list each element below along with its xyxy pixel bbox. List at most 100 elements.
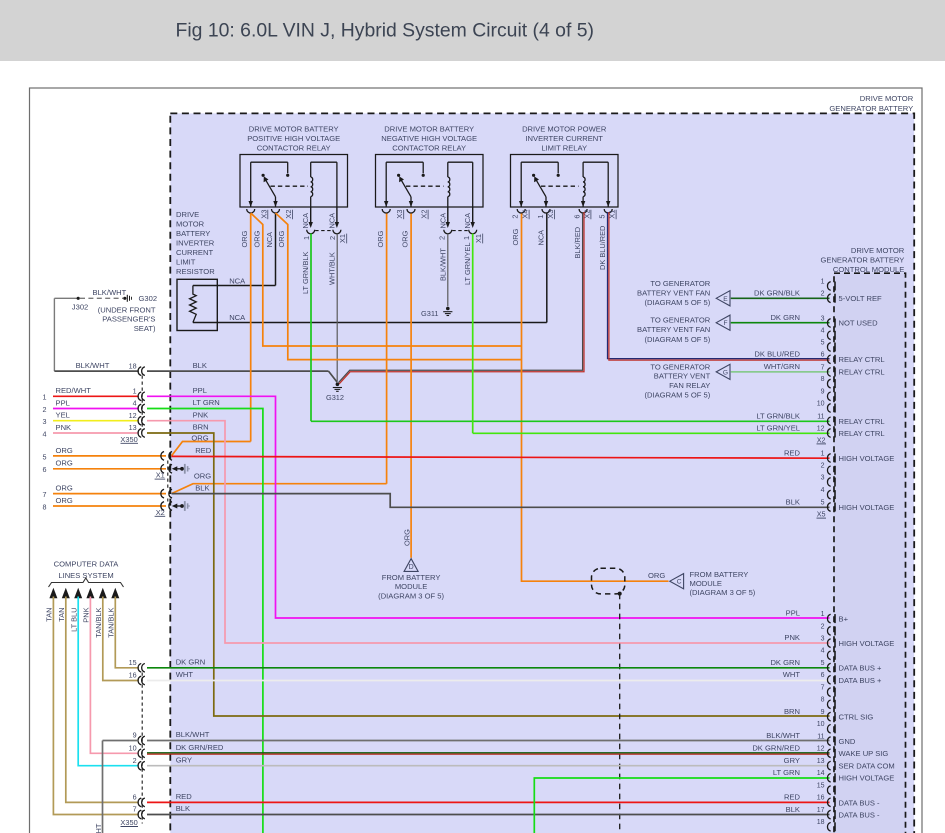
svg-text:BLK: BLK (786, 805, 800, 814)
svg-text:16: 16 (817, 795, 825, 802)
svg-text:TAN/BLK: TAN/BLK (107, 607, 116, 637)
svg-text:DRIVE MOTOR BATTERY: DRIVE MOTOR BATTERY (249, 124, 339, 133)
svg-text:NCA: NCA (229, 277, 246, 286)
svg-text:ORG: ORG (648, 571, 665, 580)
svg-text:SEAT): SEAT) (134, 324, 156, 333)
svg-text:5: 5 (821, 499, 825, 506)
svg-text:NCA: NCA (229, 313, 246, 322)
svg-text:5-VOLT REF: 5-VOLT REF (839, 294, 883, 303)
svg-text:ORG: ORG (400, 230, 409, 247)
svg-text:B+: B+ (839, 614, 849, 623)
svg-text:TO GENERATOR: TO GENERATOR (650, 316, 710, 325)
svg-text:12: 12 (129, 411, 137, 420)
svg-text:DRIVE MOTOR POWER: DRIVE MOTOR POWER (522, 124, 607, 133)
svg-text:3: 3 (43, 417, 47, 426)
svg-text:1: 1 (43, 393, 47, 402)
svg-text:PPL: PPL (786, 608, 800, 617)
svg-text:RED: RED (784, 449, 801, 458)
svg-text:13: 13 (817, 758, 825, 765)
svg-text:DRIVE: DRIVE (176, 210, 199, 219)
svg-text:8: 8 (43, 502, 47, 511)
svg-text:X350: X350 (120, 435, 137, 444)
svg-text:2: 2 (511, 214, 520, 218)
svg-text:X2: X2 (284, 210, 293, 219)
svg-text:12: 12 (817, 425, 825, 432)
svg-text:GENERATOR BATTERY: GENERATOR BATTERY (829, 104, 913, 113)
svg-text:DK GRN: DK GRN (770, 658, 800, 667)
svg-text:DK BLU/RED: DK BLU/RED (598, 226, 607, 270)
svg-text:TAN/BLK: TAN/BLK (94, 607, 103, 637)
svg-text:2: 2 (328, 236, 337, 240)
svg-text:NCA: NCA (536, 230, 545, 246)
svg-text:ORG: ORG (56, 496, 73, 505)
svg-text:G: G (723, 369, 728, 376)
svg-text:10: 10 (129, 744, 137, 753)
svg-text:LT BLU: LT BLU (69, 608, 78, 632)
svg-text:DRIVE MOTOR BATTERY: DRIVE MOTOR BATTERY (384, 124, 474, 133)
svg-text:G311: G311 (421, 309, 439, 318)
svg-text:HIGH VOLTAGE: HIGH VOLTAGE (839, 503, 895, 512)
svg-text:ORG: ORG (511, 228, 520, 245)
svg-text:ORG: ORG (56, 459, 73, 468)
svg-text:LT GRN/YEL: LT GRN/YEL (463, 243, 472, 285)
svg-text:X1: X1 (474, 234, 483, 243)
svg-text:ORG: ORG (56, 484, 73, 493)
svg-text:X350: X350 (120, 818, 137, 827)
svg-text:6: 6 (821, 672, 825, 679)
svg-text:WAKE UP SIG: WAKE UP SIG (839, 749, 889, 758)
svg-text:LT GRN: LT GRN (773, 768, 800, 777)
svg-text:HIGH VOLTAGE: HIGH VOLTAGE (839, 774, 895, 783)
svg-text:NCA: NCA (438, 213, 447, 229)
svg-text:G302: G302 (139, 294, 158, 303)
svg-text:BLK/WHT: BLK/WHT (76, 361, 110, 370)
svg-text:BLK: BLK (193, 361, 207, 370)
svg-text:3: 3 (821, 636, 825, 643)
svg-text:6: 6 (133, 793, 137, 802)
svg-text:BATTERY: BATTERY (176, 229, 210, 238)
svg-text:WHT/BLK: WHT/BLK (327, 252, 336, 285)
svg-text:4: 4 (821, 328, 825, 335)
svg-text:5: 5 (43, 452, 47, 461)
svg-text:INVERTER CURRENT: INVERTER CURRENT (525, 134, 603, 143)
svg-text:4: 4 (133, 399, 137, 408)
svg-text:RELAY CTRL: RELAY CTRL (839, 355, 885, 364)
svg-text:PNK: PNK (82, 607, 91, 622)
svg-text:7: 7 (821, 685, 825, 692)
svg-text:PNK: PNK (56, 423, 72, 432)
svg-text:WHT: WHT (176, 670, 194, 679)
svg-text:DATA BUS +: DATA BUS + (839, 664, 883, 673)
svg-text:8: 8 (821, 376, 825, 383)
svg-text:DK GRN/RED: DK GRN/RED (176, 743, 224, 752)
svg-text:PNK: PNK (784, 633, 800, 642)
svg-text:BLK: BLK (786, 498, 800, 507)
svg-text:X1: X1 (338, 234, 347, 243)
svg-text:DK GRN/RED: DK GRN/RED (752, 743, 800, 752)
svg-text:BLK: BLK (176, 804, 190, 813)
svg-text:TAN: TAN (45, 608, 54, 622)
svg-text:ORG: ORG (252, 230, 261, 247)
svg-text:15: 15 (817, 783, 825, 790)
svg-text:NOT USED: NOT USED (839, 318, 879, 327)
svg-text:1: 1 (821, 611, 825, 618)
svg-text:DATA BUS -: DATA BUS - (839, 811, 881, 820)
svg-text:TO GENERATOR: TO GENERATOR (650, 279, 710, 288)
svg-text:(UNDER FRONT: (UNDER FRONT (98, 305, 156, 314)
svg-text:DRIVE MOTOR: DRIVE MOTOR (860, 94, 914, 103)
svg-text:Fig 10: 6.0L VIN J, Hybrid Sys: Fig 10: 6.0L VIN J, Hybrid System Circui… (176, 20, 594, 42)
svg-text:NCA: NCA (463, 213, 472, 229)
svg-text:(DIAGRAM 3 OF 5): (DIAGRAM 3 OF 5) (690, 588, 756, 597)
svg-text:ORG: ORG (240, 230, 249, 247)
svg-text:8: 8 (821, 697, 825, 704)
svg-text:TO GENERATOR: TO GENERATOR (650, 362, 710, 371)
svg-text:DATA BUS -: DATA BUS - (839, 798, 881, 807)
svg-text:GENERATOR BATTERY: GENERATOR BATTERY (820, 255, 904, 264)
svg-text:HT: HT (94, 823, 103, 833)
svg-text:PPL: PPL (56, 398, 70, 407)
svg-text:X3: X3 (395, 210, 404, 219)
svg-text:CONTACTOR RELAY: CONTACTOR RELAY (257, 143, 331, 152)
svg-text:BLK/WHT: BLK/WHT (93, 288, 127, 297)
svg-text:2: 2 (821, 463, 825, 470)
svg-text:HIGH VOLTAGE: HIGH VOLTAGE (839, 454, 895, 463)
svg-text:3: 3 (821, 474, 825, 481)
svg-text:CTRL SIG: CTRL SIG (839, 712, 874, 721)
